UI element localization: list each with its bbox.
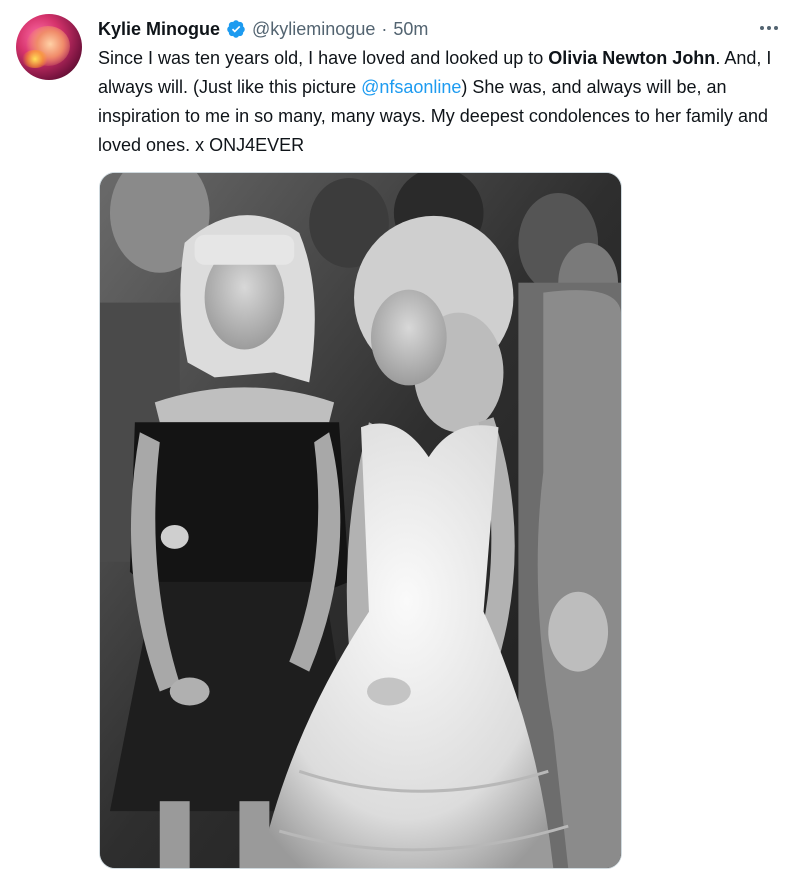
avatar-sparkle (22, 50, 48, 68)
tweet-timestamp[interactable]: 50m (393, 19, 428, 40)
tweet-text-part: Since I was ten years old, I have loved … (98, 48, 549, 68)
tweet: Kylie Minogue @kylieminogue · 50m Since … (0, 0, 800, 883)
separator-dot: · (381, 18, 388, 39)
tweet-text: Since I was ten years old, I have loved … (98, 44, 778, 160)
tweet-photo[interactable] (99, 172, 622, 869)
author-avatar[interactable] (16, 14, 82, 80)
more-options-icon[interactable] (752, 14, 786, 42)
author-name[interactable]: Kylie Minogue (98, 19, 220, 40)
author-handle[interactable]: @kylieminogue (252, 19, 375, 40)
verified-badge-icon (227, 20, 245, 38)
mention-link[interactable]: @nfsaonline (361, 77, 461, 97)
tweet-header: Kylie Minogue @kylieminogue · 50m (98, 16, 428, 42)
photo-illustration (100, 173, 621, 868)
tweet-text-bold: Olivia Newton John (548, 48, 716, 68)
